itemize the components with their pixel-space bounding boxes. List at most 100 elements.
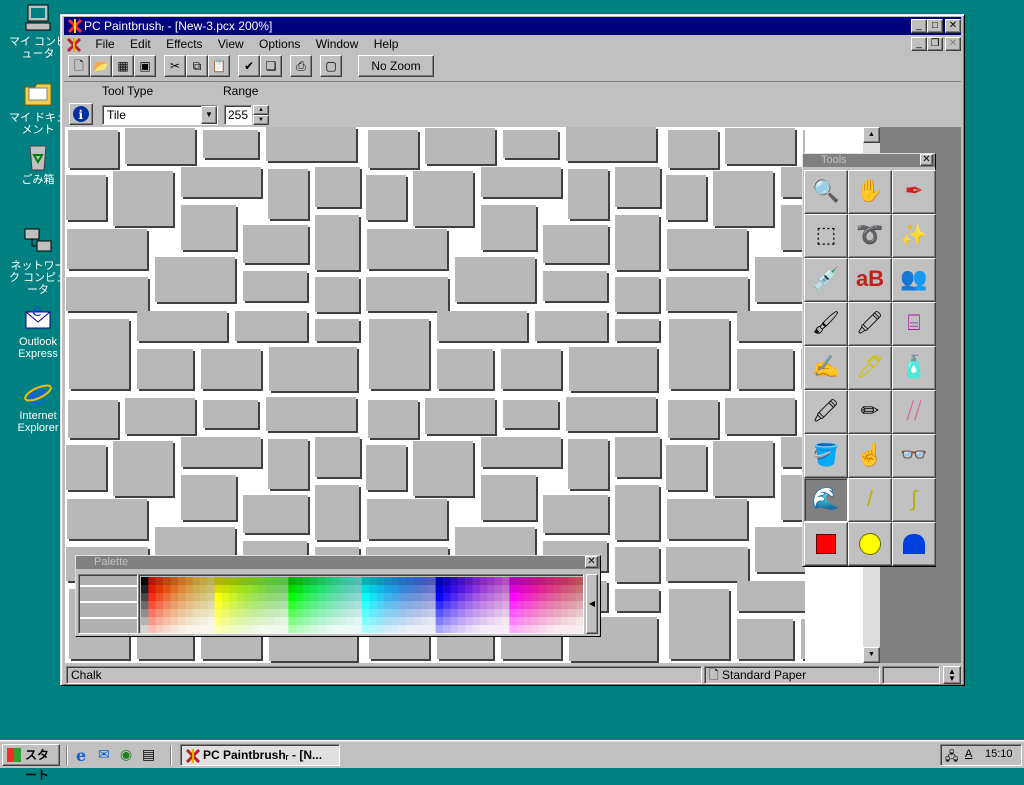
palette-swatch[interactable] [568, 593, 576, 602]
palette-swatch[interactable] [244, 601, 252, 610]
palette-swatch[interactable] [384, 601, 392, 610]
chalk-sticks-icon[interactable]: ⧸⧸ [892, 390, 936, 434]
palette-swatch[interactable] [141, 617, 149, 626]
palette-swatch[interactable] [391, 617, 400, 626]
palette-swatch[interactable] [214, 585, 223, 594]
menu-options[interactable]: Options [253, 35, 306, 53]
range-spin-down-button[interactable]: ▼ [253, 115, 269, 125]
palette-swatch[interactable] [207, 585, 215, 594]
palette-swatch[interactable] [251, 601, 260, 610]
palette-swatch[interactable] [538, 585, 547, 594]
palette-swatch[interactable] [303, 577, 311, 586]
palette-swatch[interactable] [443, 593, 451, 602]
palette-swatch[interactable] [199, 577, 208, 586]
palette-swatch[interactable] [428, 625, 436, 634]
palette-swatch[interactable] [332, 617, 341, 626]
palette-swatch[interactable] [339, 585, 348, 594]
palette-swatch[interactable] [310, 617, 319, 626]
palette-swatch[interactable] [266, 585, 274, 594]
palette-swatch[interactable] [362, 609, 370, 618]
palette-swatch[interactable] [251, 585, 260, 594]
menu-view[interactable]: View [212, 35, 250, 53]
palette-swatch[interactable] [376, 601, 385, 610]
palette-swatch[interactable] [317, 625, 326, 634]
palette-swatch[interactable] [501, 593, 510, 602]
spray-can-icon[interactable]: 🧴 [892, 346, 936, 390]
palette-swatch[interactable] [420, 609, 429, 618]
zoom-magnifier-icon[interactable]: 🔍 [804, 170, 848, 214]
palette-swatch[interactable] [295, 617, 304, 626]
palette-swatch[interactable] [177, 617, 186, 626]
palette-swatch[interactable] [435, 625, 444, 634]
palette-swatch[interactable] [435, 585, 444, 594]
palette-swatch[interactable] [553, 625, 562, 634]
palette-swatch[interactable] [568, 585, 576, 594]
palette-swatch[interactable] [568, 577, 576, 586]
palette-swatch[interactable] [501, 625, 510, 634]
palette-swatch[interactable] [347, 585, 355, 594]
palette-swatch[interactable] [303, 593, 311, 602]
palette-swatch[interactable] [369, 609, 378, 618]
palette-swatch[interactable] [229, 593, 238, 602]
palette-swatch[interactable] [494, 617, 503, 626]
ellipse-shape-icon[interactable] [848, 522, 892, 566]
palette-swatch[interactable] [413, 617, 422, 626]
palette-swatch[interactable] [479, 593, 488, 602]
palette-swatch[interactable] [420, 617, 429, 626]
palette-swatch[interactable] [487, 593, 495, 602]
tools-panel-titlebar[interactable]: Tools ✕ [803, 154, 935, 167]
palette-swatch[interactable] [457, 625, 466, 634]
palette-swatch[interactable] [354, 593, 363, 602]
palette-swatch[interactable] [553, 585, 562, 594]
palette-swatch[interactable] [501, 609, 510, 618]
palette-swatch[interactable] [398, 625, 407, 634]
palette-swatch[interactable] [509, 625, 517, 634]
palette-swatch[interactable] [177, 625, 186, 634]
eraser-tool-icon[interactable]: ⌸ [892, 302, 936, 346]
palette-swatch[interactable] [141, 609, 149, 618]
palette-swatch[interactable] [354, 625, 363, 634]
palette-swatch[interactable] [266, 577, 274, 586]
palette-swatch[interactable] [222, 577, 230, 586]
palette-swatch[interactable] [222, 585, 230, 594]
palette-swatch[interactable] [170, 609, 179, 618]
palette-swatch[interactable] [369, 601, 378, 610]
palette-swatch[interactable] [531, 585, 540, 594]
print-icon[interactable]: ⎙ [290, 55, 312, 77]
palette-swatch[interactable] [332, 585, 341, 594]
palette-swatch[interactable] [303, 601, 311, 610]
palette-swatch[interactable] [288, 625, 296, 634]
palette-swatch[interactable] [288, 609, 296, 618]
palette-swatch[interactable] [192, 609, 201, 618]
palette-swatch[interactable] [384, 617, 392, 626]
palette-swatch[interactable] [398, 585, 407, 594]
palette-swatch[interactable] [406, 617, 414, 626]
palette-swatch[interactable] [479, 585, 488, 594]
palette-swatch[interactable] [199, 585, 208, 594]
palette-swatch[interactable] [501, 601, 510, 610]
palette-swatch[interactable] [524, 577, 532, 586]
palette-swatch[interactable] [450, 585, 459, 594]
palette-swatch[interactable] [273, 601, 282, 610]
palette-swatch[interactable] [413, 585, 422, 594]
palette-swatch[interactable] [575, 617, 584, 626]
palette-swatch[interactable] [538, 625, 547, 634]
palette-swatch[interactable] [244, 593, 252, 602]
palette-swatch[interactable] [332, 593, 341, 602]
palette-swatch[interactable] [163, 617, 171, 626]
highlighter-icon[interactable]: 🖊 [848, 346, 892, 390]
palette-swatch[interactable] [317, 601, 326, 610]
palette-swatch[interactable] [141, 593, 149, 602]
palette-swatch[interactable] [155, 617, 164, 626]
palette-swatch[interactable] [509, 593, 517, 602]
palette-swatch[interactable] [354, 609, 363, 618]
channels-quicklaunch-icon[interactable]: ◉ [120, 746, 138, 764]
palette-swatch[interactable] [192, 625, 201, 634]
palette-swatch[interactable] [214, 577, 223, 586]
magic-wand-icon[interactable]: ✨ [892, 214, 936, 258]
palette-swatch[interactable] [450, 617, 459, 626]
palette-swatch[interactable] [560, 617, 569, 626]
palette-swatch[interactable] [406, 585, 414, 594]
palette-swatch[interactable] [509, 609, 517, 618]
palette-swatch[interactable] [251, 577, 260, 586]
